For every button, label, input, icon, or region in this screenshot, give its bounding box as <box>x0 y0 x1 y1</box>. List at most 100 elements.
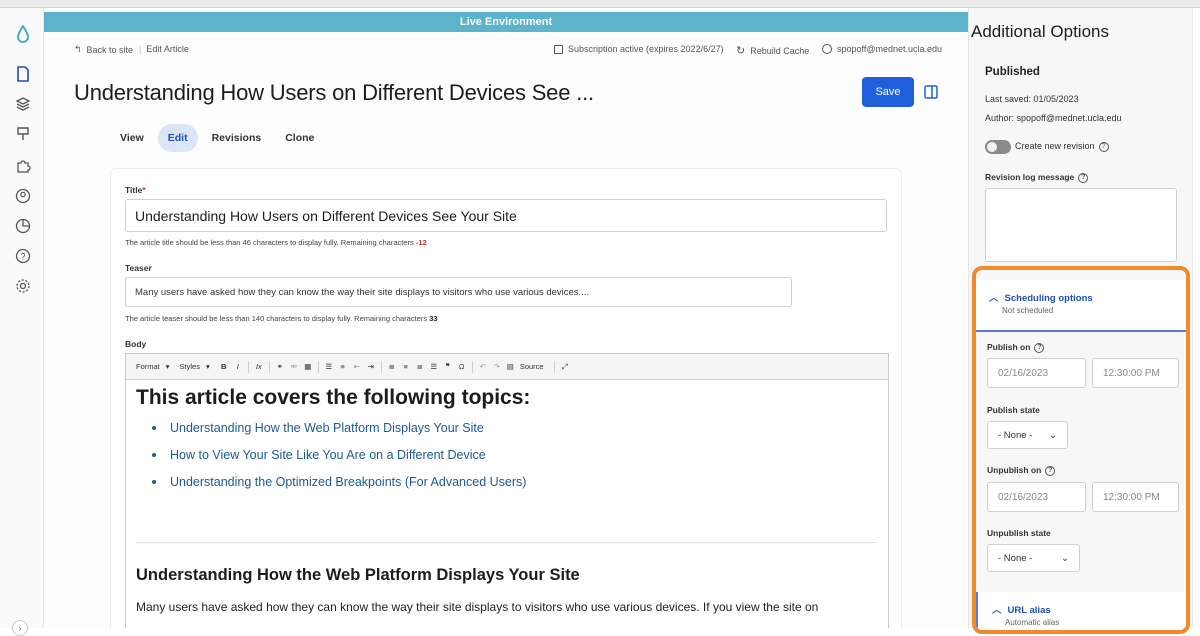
unlink-icon[interactable]: ⚮ <box>290 362 298 371</box>
checkbox-icon <box>554 44 563 54</box>
align-left-icon[interactable]: ≣ <box>388 362 396 371</box>
paint-brush-icon[interactable] <box>13 124 33 144</box>
environment-banner: Live Environment <box>44 12 968 32</box>
title-label: Title* <box>125 185 146 195</box>
unpublish-state-label: Unpublish state <box>987 528 1051 538</box>
link-icon[interactable]: ⚭ <box>276 362 284 371</box>
subscription-status[interactable]: Subscription active (expires 2022/6/27) <box>554 44 724 54</box>
teaser-input[interactable]: Many users have asked how they can know … <box>125 277 792 307</box>
scheduling-status: Not scheduled <box>1002 306 1054 315</box>
editor-toolbar: Format ▾ Styles ▾ B I Ix ⚭ ⚮ ▦ ☰ ≡ ⇤ ⇥ ≣ ≡… <box>126 354 888 380</box>
publish-on-label: Publish on? <box>987 342 1045 353</box>
tab-edit[interactable]: Edit <box>157 124 198 152</box>
numbered-list-icon[interactable]: ≡ <box>339 362 347 371</box>
clear-format-icon[interactable]: Ix <box>255 362 263 371</box>
additional-options-panel: Additional Options Published Last saved:… <box>968 8 1192 628</box>
chevron-up-icon: ︿ <box>989 293 999 304</box>
panel-title: Additional Options <box>971 22 1109 41</box>
chevron-up-icon: ︿ <box>992 605 1002 616</box>
admin-sidebar-nav: ? › <box>0 8 44 636</box>
blockquote-icon[interactable]: ❞ <box>444 362 452 371</box>
user-menu[interactable]: spopoff@mednet.ucla.edu <box>822 44 942 54</box>
puzzle-icon[interactable] <box>13 156 33 176</box>
scheduling-options-header[interactable]: ︿ Scheduling options Not scheduled <box>975 280 1187 332</box>
url-alias-title: ︿ URL alias <box>992 605 1051 616</box>
help-icon[interactable]: ? <box>13 246 33 266</box>
publish-state-select[interactable]: - None - ⌄ <box>987 421 1068 449</box>
topic-list: Understanding How the Web Platform Displ… <box>136 418 878 499</box>
browser-chrome <box>0 0 1200 8</box>
last-saved: Last saved: 01/05/2023 <box>985 94 1079 104</box>
publish-state-label: Publish state <box>987 405 1040 415</box>
publish-time-input[interactable]: 12:30:00 PM <box>1092 358 1179 388</box>
bold-button[interactable]: B <box>220 362 228 371</box>
create-revision-label: Create new revision? <box>1015 141 1109 152</box>
help-icon: ? <box>1098 141 1109 152</box>
scheduling-title: ︿ Scheduling options <box>989 293 1093 304</box>
settings-gear-icon[interactable] <box>13 276 33 296</box>
redo-icon[interactable]: ↷ <box>493 362 501 371</box>
bulleted-list-icon[interactable]: ☰ <box>325 362 333 371</box>
content-document-icon[interactable] <box>13 64 33 84</box>
layers-icon[interactable] <box>13 94 33 114</box>
title-input[interactable]: Understanding How Users on Different Dev… <box>125 199 887 232</box>
revision-log-label: Revision log message? <box>985 172 1089 183</box>
special-char-icon[interactable]: Ω <box>458 362 466 371</box>
user-circle-icon[interactable] <box>13 186 33 206</box>
publish-date-input[interactable]: 02/16/2023 <box>987 358 1086 388</box>
svg-text:?: ? <box>20 252 25 262</box>
align-center-icon[interactable]: ≡ <box>402 362 410 371</box>
indent-icon[interactable]: ⇥ <box>367 362 375 371</box>
source-button[interactable]: ▤ Source <box>507 362 548 371</box>
url-alias-status: Automatic alias <box>1005 618 1060 627</box>
undo-icon[interactable]: ↶ <box>479 362 487 371</box>
page-title: Understanding How Users on Different Dev… <box>74 80 594 105</box>
help-icon: ? <box>1034 342 1045 353</box>
panel-layout-icon <box>924 85 938 99</box>
main-content: Live Environment ↰ Back to site | Edit A… <box>44 8 968 628</box>
topic-link[interactable]: Understanding the Optimized Breakpoints … <box>152 472 878 499</box>
content-divider <box>136 542 876 543</box>
teaser-help-text: The article teaser should be less than 1… <box>125 314 438 323</box>
rebuild-cache-button[interactable]: ↻ Rebuild Cache <box>736 44 809 57</box>
chevron-down-icon: ⌄ <box>1049 429 1057 441</box>
align-right-icon[interactable]: ≣ <box>416 362 424 371</box>
refresh-icon: ↻ <box>736 45 746 57</box>
image-icon[interactable]: ▦ <box>304 362 312 371</box>
italic-button[interactable]: I <box>234 362 242 371</box>
tab-revisions[interactable]: Revisions <box>202 124 272 152</box>
revision-log-textarea[interactable] <box>985 188 1177 262</box>
toggle-sidebar-button[interactable] <box>921 82 941 102</box>
tab-clone[interactable]: Clone <box>275 124 324 152</box>
horizontal-rule-icon[interactable]: ☰ <box>430 362 438 371</box>
analytics-pie-icon[interactable] <box>13 216 33 236</box>
outdent-icon[interactable]: ⇤ <box>353 362 361 371</box>
unpublish-state-select[interactable]: - None - ⌄ <box>987 544 1080 572</box>
back-to-site-link[interactable]: ↰ Back to site <box>74 44 133 55</box>
back-arrow-icon: ↰ <box>74 44 82 54</box>
drop-logo-icon[interactable] <box>13 24 33 44</box>
url-alias-header[interactable]: ︿ URL alias Automatic alias <box>975 592 1187 628</box>
unpublish-on-label: Unpublish on? <box>987 465 1056 476</box>
article-heading: This article covers the following topics… <box>136 386 531 409</box>
format-dropdown[interactable]: Format ▾ <box>136 362 174 371</box>
unpublish-date-input[interactable]: 02/16/2023 <box>987 482 1086 512</box>
maximize-icon[interactable]: ⤢ <box>561 362 569 372</box>
section-heading: Understanding How the Web Platform Displ… <box>136 566 580 584</box>
create-revision-toggle[interactable] <box>985 140 1011 154</box>
styles-dropdown[interactable]: Styles ▾ <box>180 362 214 371</box>
tab-view[interactable]: View <box>110 124 154 152</box>
topic-link[interactable]: How to View Your Site Like You Are on a … <box>152 445 878 472</box>
expand-nav-button[interactable]: › <box>12 620 28 636</box>
help-icon: ? <box>1078 172 1089 183</box>
topic-link[interactable]: Understanding How the Web Platform Displ… <box>152 418 878 445</box>
title-help-text: The article title should be less than 46… <box>125 238 427 247</box>
body-label: Body <box>125 339 147 349</box>
editor-content-area[interactable]: This article covers the following topics… <box>126 380 888 503</box>
body-rich-text-editor[interactable]: Format ▾ Styles ▾ B I Ix ⚭ ⚮ ▦ ☰ ≡ ⇤ ⇥ ≣ ≡… <box>125 353 889 628</box>
chevron-down-icon: ⌄ <box>1061 552 1069 564</box>
save-button[interactable]: Save <box>862 77 914 107</box>
unpublish-time-input[interactable]: 12:30:00 PM <box>1092 482 1179 512</box>
section-paragraph: Many users have asked how they can know … <box>136 600 819 614</box>
user-avatar-icon <box>822 44 832 54</box>
